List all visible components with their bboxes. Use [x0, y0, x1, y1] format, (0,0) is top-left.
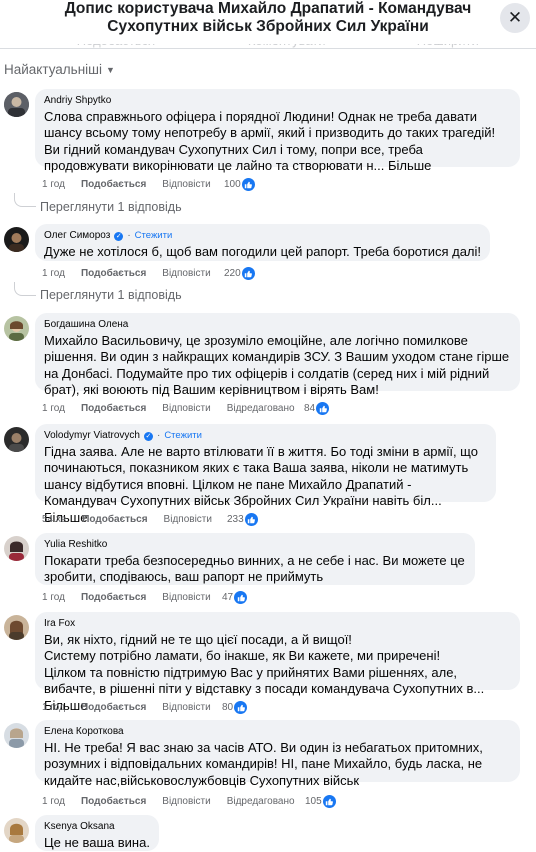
comment-author[interactable]: Ksenya Oksana [44, 821, 115, 833]
edited-label: Відредаговано [226, 403, 295, 414]
follow-button[interactable]: Стежити [135, 230, 173, 242]
post-title: Допис користувача Михайло Драпатий - Ком… [64, 0, 472, 35]
comment-text: Покарати треба безпосередньо винних, а н… [44, 553, 469, 585]
edited-label: Відредаговано [226, 796, 295, 807]
reply-button[interactable]: Відповісти [164, 514, 212, 525]
reply-button[interactable]: Відповісти [162, 702, 210, 713]
comment-meta: 54 хв Подобається Відповісти [42, 514, 228, 525]
thumb-up-icon [241, 178, 255, 191]
comment-bubble: Ira Fox Ви, як ніхто, гідний не те що ці… [35, 612, 520, 713]
reaction-count[interactable]: 105 [305, 795, 336, 808]
thumb-up-icon [234, 591, 248, 604]
like-button[interactable]: Подобається [81, 403, 146, 414]
comment-bubble: Volodymyr Viatrovych ✓ · Стежити Гідна заяв… [35, 424, 496, 525]
view-replies-link[interactable]: Переглянути 1 відповідь [40, 288, 182, 302]
comment-bubble: Ksenya Oksana Це не ваша вина. [35, 815, 159, 851]
comment-author[interactable]: Volodymyr Viatrovych [44, 430, 140, 442]
comment-time[interactable]: 1 год [42, 403, 65, 414]
comment-bubble: Олег Симороз ✓ · Стежити Дуже не хотілося б… [35, 224, 491, 261]
chevron-down-icon: ▼ [106, 64, 115, 75]
close-button[interactable]: ✕ [500, 3, 530, 33]
comment-meta: 1 год Подобається Відповісти [42, 179, 227, 190]
avatar[interactable] [4, 427, 29, 452]
avatar[interactable] [4, 723, 29, 748]
reply-button[interactable]: Відповісти [162, 268, 210, 279]
comment-text: Ви, як ніхто, гідний не те що цієї посад… [44, 632, 485, 697]
sort-label: Найактуальніші [4, 62, 103, 77]
reaction-count[interactable]: 233 [227, 513, 258, 526]
header-divider [0, 48, 536, 49]
thumb-up-icon [316, 402, 330, 415]
reply-button[interactable]: Відповісти [162, 179, 210, 190]
like-button[interactable]: Подобається [81, 702, 146, 713]
like-button[interactable]: Подобається [81, 796, 146, 807]
comment-text: Це не ваша вина. [44, 835, 150, 850]
comment-meta: 1 год Подобається Відповісти [42, 592, 227, 603]
replies-connector [14, 193, 36, 207]
comment-text: Михайло Васильовичу, це зрозуміло емоцій… [44, 333, 513, 398]
like-button[interactable]: Подобається [81, 592, 146, 603]
avatar[interactable] [4, 227, 29, 252]
comment-author[interactable]: Богдашина Олена [44, 319, 128, 331]
comment-bubble: Andriy Shpytko Слова справжнього офіцера… [35, 89, 520, 173]
reaction-count[interactable]: 220 [224, 267, 255, 280]
comment-meta: 1 год Подобається Відповісти Відредагова… [42, 796, 311, 807]
comment-text: НІ. Не треба! Я вас знаю за часів АТО. В… [44, 740, 487, 788]
comment-bubble: Богдашина Олена Михайло Васильовичу, це … [35, 313, 520, 397]
like-button[interactable]: Подобається [81, 179, 146, 190]
comment-text: Дуже не хотілося б, щоб вам погодили цей… [44, 244, 482, 259]
reaction-count[interactable]: 100 [224, 178, 255, 191]
reply-button[interactable]: Відповісти [162, 403, 210, 414]
thumb-up-icon [241, 267, 255, 280]
separator: · [127, 230, 131, 241]
avatar[interactable] [4, 615, 29, 640]
comment-time[interactable]: 1 год [42, 268, 65, 279]
see-more-link[interactable]: Більше [388, 158, 431, 173]
like-button[interactable]: Подобається [82, 514, 147, 525]
comment-time[interactable]: 1 год [42, 702, 65, 713]
like-button[interactable]: Подобається [81, 268, 146, 279]
reply-button[interactable]: Відповісти [162, 592, 210, 603]
replies-connector [14, 282, 36, 296]
comment-author[interactable]: Ira Fox [44, 618, 75, 630]
view-replies-link[interactable]: Переглянути 1 відповідь [40, 200, 182, 214]
comment-text: Гідна заява. Але не варто втілювати її в… [44, 444, 482, 509]
avatar[interactable] [4, 818, 29, 843]
thumb-up-icon [322, 795, 336, 808]
verified-badge-icon: ✓ [143, 431, 153, 441]
sort-dropdown[interactable]: Найактуальніші ▼ [4, 62, 115, 77]
separator: · [156, 430, 161, 441]
comment-author[interactable]: Andriy Shpytko [44, 95, 111, 107]
follow-button[interactable]: Стежити [164, 430, 202, 442]
comment-time[interactable]: 54 хв [42, 514, 66, 525]
comment-author[interactable]: Олег Симороз [44, 230, 110, 242]
post-header: Допис користувача Михайло Драпатий - Ком… [0, 0, 536, 44]
reaction-count[interactable]: 80 [222, 701, 248, 714]
thumb-up-icon [244, 513, 258, 526]
comment-meta: 1 год Подобається Відповісти [42, 702, 227, 713]
comment-time[interactable]: 1 год [42, 179, 65, 190]
comment-bubble: Yulia Reshitko Покарати треба безпосеред… [35, 533, 475, 585]
avatar[interactable] [4, 92, 29, 117]
reaction-count[interactable]: 47 [222, 591, 248, 604]
comment-author[interactable]: Елена Короткова [44, 726, 124, 738]
avatar[interactable] [4, 316, 29, 341]
comment-bubble: Елена Короткова НІ. Не треба! Я вас знаю… [35, 720, 520, 788]
reaction-count[interactable]: 84 [304, 402, 330, 415]
avatar[interactable] [4, 536, 29, 561]
comment-author[interactable]: Yulia Reshitko [44, 539, 107, 551]
comment-time[interactable]: 1 год [42, 796, 65, 807]
verified-badge-icon: ✓ [114, 231, 124, 241]
comment-meta: 1 год Подобається Відповісти Відредагова… [42, 403, 311, 414]
comment-meta: 1 год Подобається Відповісти [42, 268, 227, 279]
close-icon: ✕ [507, 8, 523, 27]
thumb-up-icon [234, 701, 248, 714]
comment-time[interactable]: 1 год [42, 592, 65, 603]
reply-button[interactable]: Відповісти [162, 796, 210, 807]
